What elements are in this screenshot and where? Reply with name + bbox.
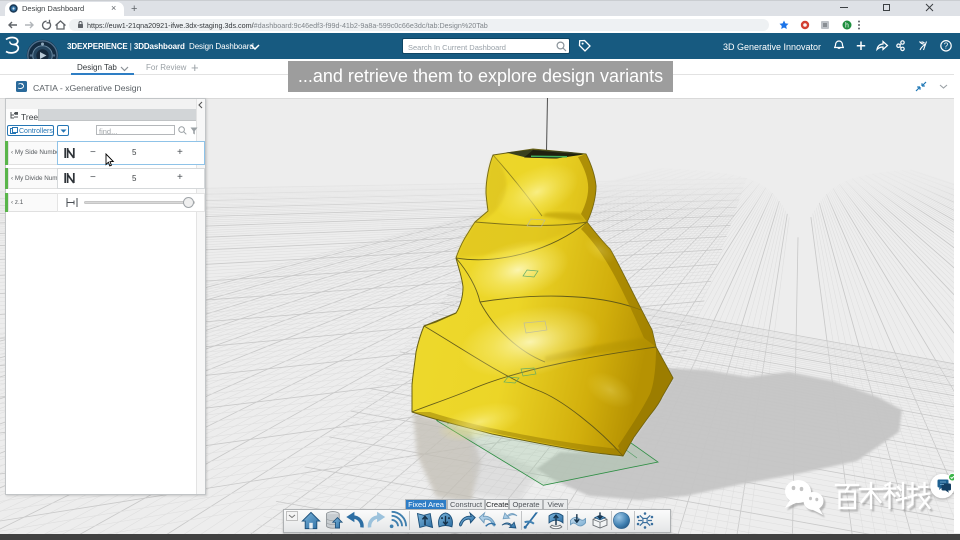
svg-text:h: h — [845, 23, 849, 30]
svg-text:?: ? — [944, 42, 949, 51]
